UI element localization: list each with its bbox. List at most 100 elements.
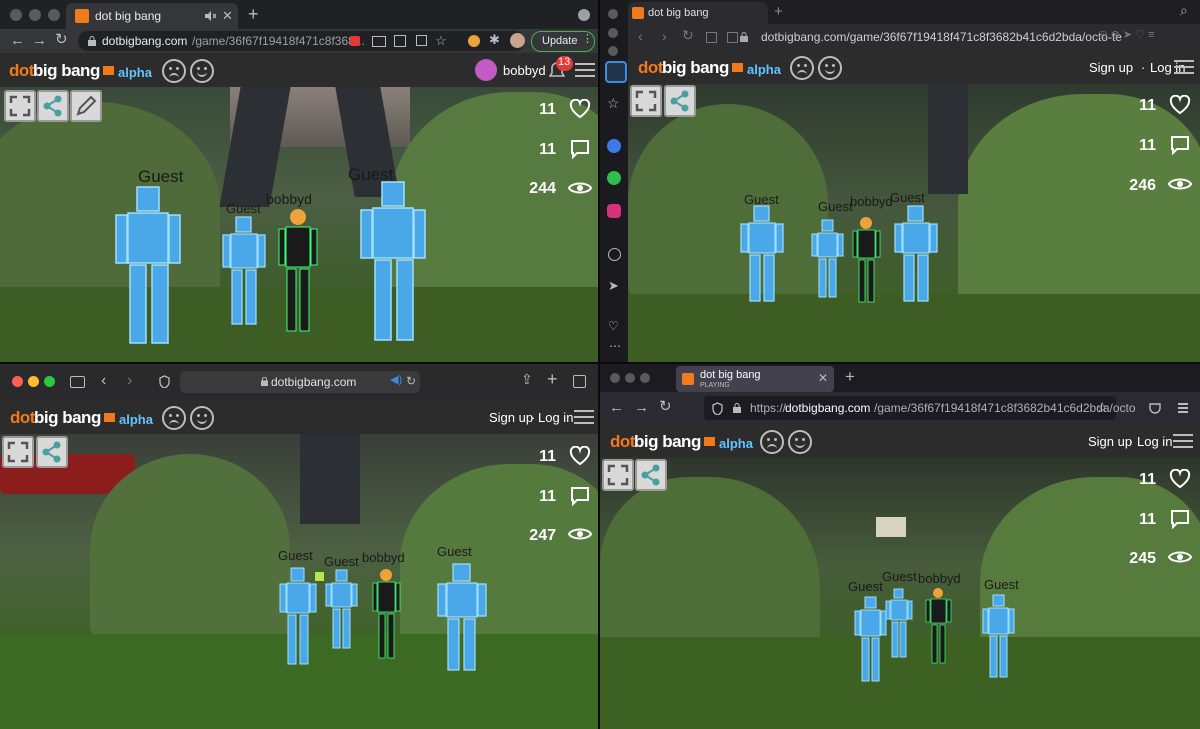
extensions-colored-icon[interactable] — [468, 35, 480, 47]
new-tab-icon[interactable]: + — [845, 368, 855, 385]
happy-face-icon[interactable] — [190, 59, 214, 83]
whatsapp-icon[interactable] — [607, 171, 621, 185]
audio-icon[interactable]: ◀) — [390, 375, 402, 386]
extensions-puzzle-icon[interactable]: ✱ — [489, 33, 500, 46]
fullscreen-button[interactable] — [4, 90, 36, 122]
speed-dial-icon[interactable] — [727, 32, 738, 43]
logo-dot[interactable]: dot — [610, 432, 635, 452]
back-icon[interactable]: ‹ — [101, 373, 106, 389]
happy-face-icon[interactable] — [190, 406, 214, 430]
address-bar[interactable]: dotbigbang.com /game/36f67f19418f471c8f3… — [78, 31, 525, 51]
login-link[interactable]: Log in — [538, 411, 573, 424]
address-bar[interactable]: dotbigbang.com ◀) ↻ — [180, 371, 420, 393]
game-viewport[interactable]: 11 11 247 Guest Guest bobbyd Guest — [0, 434, 598, 729]
mute-icon[interactable] — [204, 11, 216, 21]
window-zoom-button[interactable] — [48, 9, 60, 21]
update-button[interactable]: Update ⋮ — [531, 31, 595, 52]
happy-face-icon[interactable] — [788, 430, 812, 454]
comment-icon[interactable] — [1170, 509, 1190, 529]
window-minimize-button[interactable] — [29, 9, 41, 21]
window-close-button[interactable] — [12, 376, 23, 387]
window-close-button[interactable] — [10, 9, 22, 21]
bookmark-star-icon[interactable]: ☆ — [1096, 400, 1109, 414]
window-close-button[interactable] — [610, 373, 620, 383]
signup-link[interactable]: Sign up — [1088, 435, 1132, 448]
window-zoom-button[interactable] — [44, 376, 55, 387]
tab-dot-big-bang[interactable]: dot big bang — [628, 2, 768, 24]
heart-icon[interactable] — [569, 99, 591, 119]
share-button[interactable] — [635, 459, 667, 491]
forward-icon[interactable]: → — [634, 400, 649, 415]
open-external-icon[interactable] — [416, 35, 427, 46]
share-button[interactable] — [36, 436, 68, 468]
tabs-grid-icon[interactable] — [706, 32, 717, 43]
search-tabs-icon[interactable]: ⌕ — [1180, 3, 1188, 17]
shield-icon[interactable] — [159, 375, 170, 388]
tab-overview-icon[interactable] — [573, 375, 586, 388]
share-button[interactable] — [664, 85, 696, 117]
home-icon[interactable] — [605, 61, 627, 83]
back-icon[interactable]: ← — [609, 400, 624, 415]
comment-icon[interactable] — [1170, 135, 1190, 155]
eye-icon[interactable] — [1168, 549, 1192, 565]
comment-icon[interactable] — [570, 486, 590, 506]
reload-icon[interactable]: ↻ — [659, 399, 672, 414]
qr-icon[interactable] — [394, 35, 406, 47]
send-icon[interactable]: ➤ — [608, 279, 619, 292]
instagram-icon[interactable] — [607, 204, 621, 218]
heart-sidebar-icon[interactable]: ♡ — [608, 320, 619, 332]
window-zoom-button[interactable] — [640, 373, 650, 383]
eye-icon[interactable] — [1168, 176, 1192, 192]
address-text[interactable]: dotbigbang.com/game/36f67f19418f471c8f36… — [761, 31, 1122, 43]
profile-avatar[interactable] — [510, 33, 525, 48]
forward-icon[interactable]: › — [127, 373, 132, 389]
eye-icon[interactable] — [568, 526, 592, 542]
sad-face-icon[interactable] — [790, 56, 814, 80]
messenger-icon[interactable] — [607, 139, 621, 153]
reload-icon[interactable]: ↻ — [682, 28, 694, 42]
edit-button[interactable] — [70, 90, 102, 122]
reload-icon[interactable]: ↻ — [55, 32, 68, 47]
window-minimize-button[interactable] — [28, 376, 39, 387]
reload-icon[interactable]: ↻ — [406, 375, 416, 387]
more-icon[interactable]: ⋯ — [609, 340, 621, 352]
new-tab-icon[interactable]: + — [248, 5, 259, 23]
logo-dot[interactable]: dot — [10, 408, 35, 428]
heart-icon[interactable] — [569, 446, 591, 466]
eye-icon[interactable] — [568, 180, 592, 196]
more-icon[interactable]: ⋮ — [582, 34, 593, 45]
toolbar-icons[interactable]: ◎ ⊗ ➤ ♡ ≡ — [1098, 30, 1155, 41]
menu-icon[interactable] — [575, 63, 595, 77]
signup-link[interactable]: Sign up — [1089, 61, 1133, 74]
fullscreen-button[interactable] — [630, 85, 662, 117]
new-tab-icon[interactable]: + — [774, 4, 783, 19]
window-minimize-button[interactable] — [608, 28, 618, 38]
sad-face-icon[interactable] — [760, 430, 784, 454]
sidebar-toggle-icon[interactable] — [70, 376, 85, 388]
logo-bigbang[interactable]: big bang — [634, 432, 701, 452]
heart-icon[interactable] — [1169, 95, 1191, 115]
share-toolbar-icon[interactable]: ⇪ — [521, 372, 533, 386]
new-tab-icon[interactable]: + — [547, 370, 558, 388]
share-button[interactable] — [37, 90, 69, 122]
logo-bigbang[interactable]: big bang — [34, 408, 101, 428]
address-bar[interactable]: https:// dotbigbang.com /game/36f67f1941… — [704, 396, 1136, 420]
player-icon[interactable] — [608, 248, 621, 261]
back-icon[interactable]: ‹ — [638, 29, 643, 43]
username[interactable]: bobbyd — [503, 64, 546, 77]
happy-face-icon[interactable] — [818, 56, 842, 80]
logo-dot[interactable]: dot — [9, 61, 34, 81]
login-link[interactable]: Log in — [1137, 435, 1172, 448]
pocket-icon[interactable] — [1149, 403, 1161, 414]
extension-icon[interactable] — [350, 36, 360, 46]
bookmark-star-icon[interactable]: ☆ — [435, 34, 447, 47]
cast-icon[interactable] — [372, 36, 386, 47]
tab-search-icon[interactable] — [578, 9, 590, 21]
window-close-button[interactable] — [608, 9, 618, 19]
logo-bigbang[interactable]: big bang — [33, 61, 100, 81]
game-viewport[interactable]: 11 11 246 Guest Guest bobbyd Guest — [628, 84, 1200, 362]
sad-face-icon[interactable] — [162, 59, 186, 83]
logo-dot[interactable]: dot — [638, 58, 663, 78]
game-viewport[interactable]: 11 11 245 Guest Guest bobbyd Guest — [600, 457, 1200, 729]
window-minimize-button[interactable] — [625, 373, 635, 383]
